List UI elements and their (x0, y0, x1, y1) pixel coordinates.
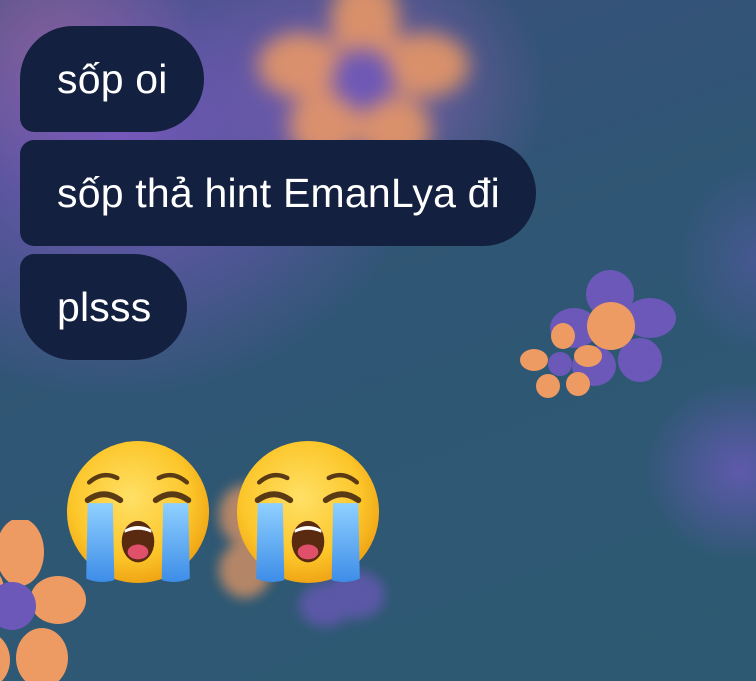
message-bubble[interactable]: sốp oi (20, 26, 204, 132)
message-text: plsss (57, 284, 152, 330)
message-text: sốp oi (57, 56, 168, 102)
message-list: sốp oi sốp thả hint EmanLya đi plsss (20, 26, 536, 360)
emoji-message[interactable] (64, 438, 382, 586)
loudly-crying-face-icon (236, 440, 380, 584)
message-bubble[interactable]: sốp thả hint EmanLya đi (20, 140, 536, 246)
loudly-crying-face-icon (66, 440, 210, 584)
message-bubble[interactable]: plsss (20, 254, 188, 360)
message-text: sốp thả hint EmanLya đi (57, 170, 500, 216)
